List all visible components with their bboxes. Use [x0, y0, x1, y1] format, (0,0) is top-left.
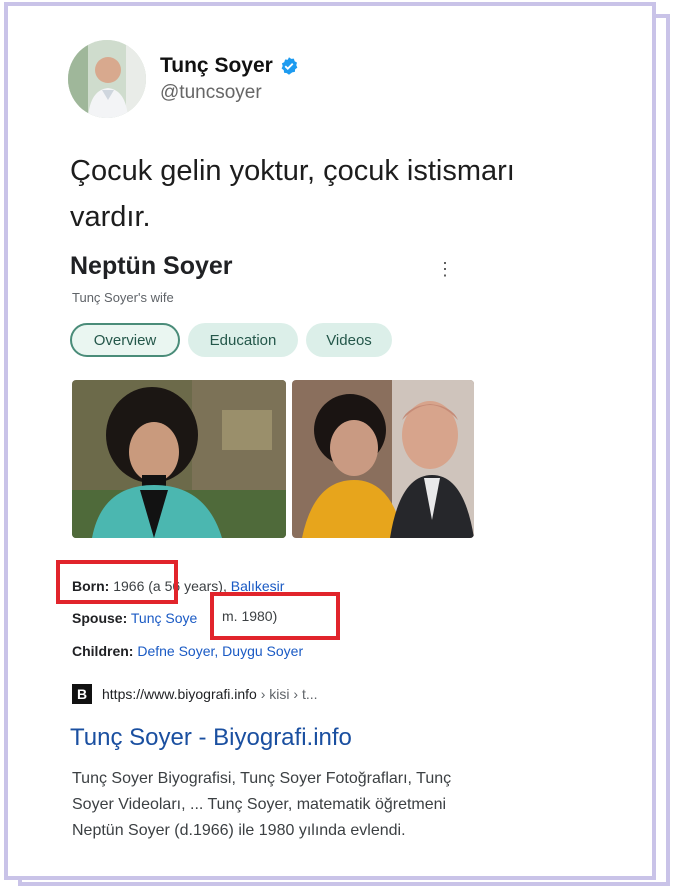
search-result-snippet: Tunç Soyer Biyografisi, Tunç Soyer Fotoğ… — [72, 766, 512, 844]
photo-woman-portrait — [72, 380, 286, 538]
knowledge-panel-title: Neptün Soyer — [70, 252, 233, 280]
tweet-text: Çocuk gelin yoktur, çocuk istismarı vard… — [70, 148, 590, 240]
tab-education[interactable]: Education — [188, 323, 298, 357]
more-vert-icon[interactable]: ⋮ — [436, 260, 454, 278]
snippet-line-1: Tunç Soyer Biyografisi, Tunç Soyer Fotoğ… — [72, 770, 452, 787]
search-result-title-link[interactable]: Tunç Soyer - Biyografi.info — [70, 724, 352, 752]
highlight-box-born — [56, 560, 178, 604]
spouse-label: Spouse: — [72, 610, 128, 626]
snippet-line-2: Soyer Videoları, ... Tunç Soyer, matemat… — [72, 796, 447, 813]
children-label: Children: — [72, 643, 134, 659]
result-breadcrumb: › kisi › t... — [256, 686, 318, 702]
snippet-line-3: Neptün Soyer (d.1966) ile 1980 yılında e… — [72, 822, 406, 839]
verified-badge-icon — [281, 57, 298, 75]
spouse-marriage-year: m. 1980) — [222, 608, 278, 624]
knowledge-panel-subtitle: Tunç Soyer's wife — [72, 290, 174, 305]
profile-handle[interactable]: @tuncsoyer — [160, 82, 262, 104]
highlight-box-spouse: m. 1980) — [210, 592, 340, 640]
fact-spouse: Spouse: Tunç Soye — [72, 610, 197, 626]
panel-image-2[interactable] — [292, 380, 474, 538]
panel-image-1[interactable] — [72, 380, 286, 538]
tweet-line-1: Çocuk gelin yoktur, çocuk istismarı — [70, 155, 515, 187]
fact-children: Children: Defne Soyer, Duygu Soyer — [72, 643, 303, 659]
photo-couple — [292, 380, 474, 538]
tab-overview[interactable]: Overview — [70, 323, 180, 357]
children-links[interactable]: Defne Soyer, Duygu Soyer — [137, 643, 303, 659]
search-result-source[interactable]: B https://www.biyografi.info › kisi › t.… — [72, 684, 318, 704]
profile-name-row: Tunç Soyer — [160, 54, 299, 78]
tab-videos[interactable]: Videos — [306, 323, 392, 357]
site-favicon: B — [72, 684, 92, 704]
result-url: https://www.biyografi.info — [102, 686, 257, 702]
profile-name[interactable]: Tunç Soyer — [160, 54, 273, 78]
tweet-line-2: vardır. — [70, 201, 151, 233]
spouse-link[interactable]: Tunç Soye — [131, 610, 197, 626]
avatar[interactable] — [68, 40, 146, 118]
avatar-photo — [68, 40, 146, 118]
